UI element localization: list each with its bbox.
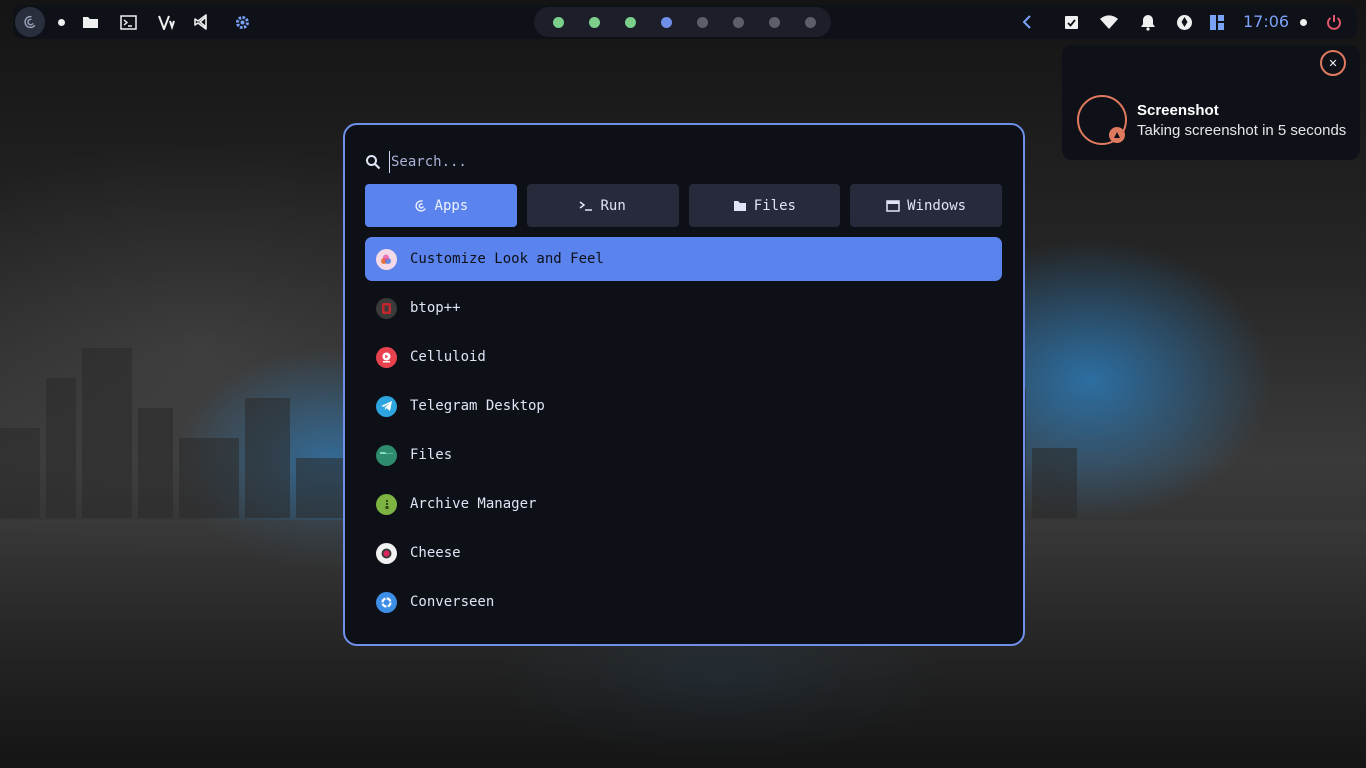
top-bar: 17:06	[13, 5, 1357, 39]
appearance-icon	[376, 248, 397, 270]
telegram-icon	[376, 395, 397, 417]
btop-icon	[376, 297, 397, 319]
window-icon	[886, 199, 900, 212]
debian-swirl-icon	[414, 199, 426, 212]
workspace-indicator	[534, 7, 831, 37]
celluloid-icon	[376, 346, 397, 368]
dot-indicator-icon	[1295, 5, 1311, 39]
notification-title: Screenshot	[1137, 102, 1219, 119]
workspace-1[interactable]	[553, 17, 564, 28]
bell-icon[interactable]	[1137, 5, 1159, 39]
list-item[interactable]: Celluloid	[365, 335, 1002, 379]
list-item[interactable]: Files	[365, 433, 1002, 477]
dot-indicator-icon	[53, 5, 69, 39]
files-icon	[376, 444, 397, 466]
notification-popup: ✕ Screenshot Taking screenshot in 5 seco…	[1062, 45, 1360, 160]
list-item[interactable]: Converseen	[365, 580, 1002, 624]
folder-icon[interactable]	[79, 5, 101, 39]
workspace-6[interactable]	[733, 17, 744, 28]
archive-icon	[376, 493, 397, 515]
app-launcher: Apps Run Files Windows Customize Look an…	[343, 123, 1025, 646]
list-item-label: Cheese	[410, 545, 461, 561]
folder-icon	[733, 200, 746, 211]
vscode-icon[interactable]	[191, 5, 213, 39]
workspace-7[interactable]	[769, 17, 780, 28]
tab-run[interactable]: Run	[526, 184, 679, 227]
vim-icon[interactable]	[155, 5, 177, 39]
tab-apps[interactable]: Apps	[365, 184, 517, 227]
list-item-label: Converseen	[410, 594, 495, 610]
list-item[interactable]: btop++	[365, 286, 1002, 330]
list-item-label: Files	[410, 447, 453, 463]
tab-files-label: Files	[753, 197, 796, 214]
list-item[interactable]: Customize Look and Feel	[365, 237, 1002, 281]
list-item-label: Celluloid	[410, 349, 486, 365]
list-item[interactable]: Telegram Desktop	[365, 384, 1002, 428]
wifi-icon[interactable]	[1097, 5, 1121, 39]
prompt-icon	[580, 200, 593, 211]
close-icon[interactable]: ✕	[1320, 50, 1346, 76]
workspace-5[interactable]	[697, 17, 708, 28]
layout-icon[interactable]	[1207, 5, 1227, 39]
workspace-4[interactable]	[661, 17, 672, 28]
list-item[interactable]: Archive Manager	[365, 482, 1002, 526]
workspace-8[interactable]	[805, 17, 816, 28]
list-item-label: Archive Manager	[410, 496, 537, 512]
tab-files[interactable]: Files	[688, 184, 841, 227]
list-item-label: Customize Look and Feel	[410, 251, 604, 267]
tab-windows-label: Windows	[907, 197, 967, 214]
tab-run-label: Run	[600, 197, 626, 214]
workspace-3[interactable]	[625, 17, 636, 28]
debian-swirl-icon[interactable]	[15, 7, 45, 37]
clipboard-check-icon[interactable]	[1061, 5, 1081, 39]
settings-gear-icon[interactable]	[231, 5, 253, 39]
list-item[interactable]: Cheese	[365, 531, 1002, 575]
power-icon[interactable]	[1323, 5, 1345, 39]
shutter-icon[interactable]	[1173, 5, 1195, 39]
app-list: Customize Look and Feel btop++ Celluloid…	[365, 237, 1002, 629]
chevron-left-icon[interactable]	[1018, 5, 1036, 39]
screenshot-icon	[1077, 95, 1127, 145]
converseen-icon	[376, 591, 397, 613]
search-icon	[366, 155, 381, 170]
terminal-icon[interactable]	[117, 5, 139, 39]
list-item-label: Telegram Desktop	[410, 398, 545, 414]
cheese-icon	[376, 542, 397, 564]
workspace-2[interactable]	[589, 17, 600, 28]
clock[interactable]: 17:06	[1243, 5, 1289, 39]
search-input[interactable]	[389, 151, 989, 173]
mode-tabs: Apps Run Files Windows	[365, 184, 1002, 227]
list-item-label: btop++	[410, 300, 461, 316]
tab-apps-label: Apps	[434, 197, 469, 214]
tab-windows[interactable]: Windows	[850, 184, 1002, 227]
notification-body: Taking screenshot in 5 seconds	[1137, 122, 1347, 139]
search-bar	[365, 151, 1005, 173]
